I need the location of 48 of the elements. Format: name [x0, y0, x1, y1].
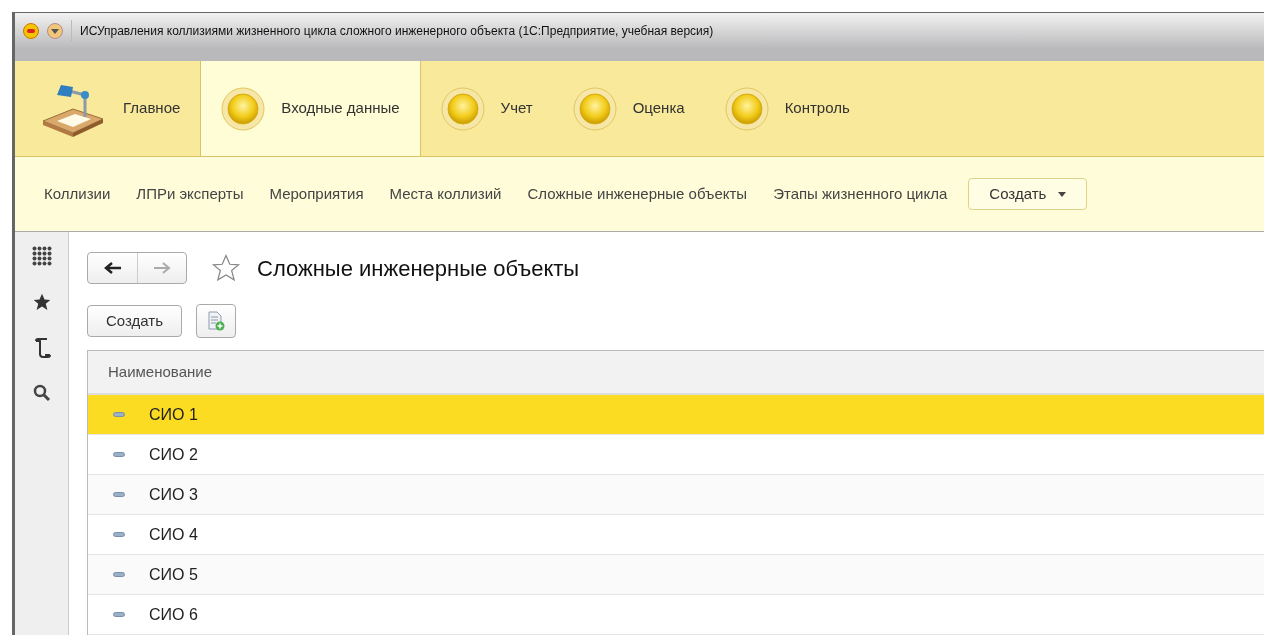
item-icon	[113, 412, 125, 417]
item-icon	[113, 612, 125, 617]
section-tab[interactable]: Входные данные	[200, 61, 421, 156]
table-cell-text: СИО 1	[149, 404, 198, 425]
nav-link[interactable]: Сложные инженерные объекты	[514, 182, 761, 206]
section-tab[interactable]: Оценка	[552, 61, 705, 156]
menu-button[interactable]	[47, 23, 63, 39]
window-title: ИСУправления коллизиями жизненного цикла сложного инженерного объекта (1С:Предприятие, учебная версия)	[80, 23, 714, 40]
nav-link[interactable]: ЛПРи эксперты	[123, 182, 257, 206]
table-cell-text: СИО 3	[149, 484, 198, 505]
table-cell-text: СИО 6	[149, 604, 198, 625]
caret-icon	[51, 28, 59, 34]
star-icon[interactable]	[31, 292, 52, 312]
nav-link[interactable]: Места коллизий	[376, 182, 515, 206]
favorite-star-icon[interactable]	[211, 253, 241, 283]
table-cell-text: СИО 5	[149, 564, 198, 585]
arrow-right-icon	[153, 262, 171, 274]
section-tab[interactable]: Учет	[420, 61, 553, 156]
table-row[interactable]: СИО 3	[88, 475, 1264, 515]
nav-link[interactable]: Мероприятия	[256, 182, 377, 206]
caret-icon	[1058, 191, 1067, 197]
section-tab[interactable]: Главное	[15, 61, 201, 156]
document-add-icon	[207, 311, 225, 331]
item-icon	[113, 492, 125, 497]
grid-icon[interactable]	[31, 246, 52, 266]
table-row[interactable]: СИО 1	[88, 395, 1264, 435]
table-row[interactable]: СИО 5	[88, 555, 1264, 595]
orb-icon	[572, 86, 617, 131]
app-logo-icon	[23, 23, 39, 39]
item-icon	[113, 532, 125, 537]
nav-link[interactable]: Коллизии	[31, 182, 124, 206]
copy-button[interactable]	[196, 304, 236, 338]
table-cell-text: СИО 2	[149, 444, 198, 465]
section-tab[interactable]: Контроль	[704, 61, 870, 156]
create-dropdown-button[interactable]: Создать	[968, 178, 1088, 210]
create-button[interactable]: Создать	[87, 305, 182, 337]
table-cell-text: СИО 4	[149, 524, 198, 545]
form-title: Сложные инженерные объекты	[257, 254, 580, 283]
arrow-left-icon	[103, 262, 122, 274]
column-header[interactable]: Наименование	[88, 351, 1264, 395]
orb-icon	[724, 86, 769, 131]
scroll-icon[interactable]	[32, 338, 51, 358]
search-icon[interactable]	[32, 384, 51, 402]
item-icon	[113, 452, 125, 457]
orb-icon	[221, 86, 266, 131]
nav-link[interactable]: Этапы жизненного цикла	[760, 182, 961, 206]
item-icon	[113, 572, 125, 577]
orb-icon	[440, 86, 485, 131]
